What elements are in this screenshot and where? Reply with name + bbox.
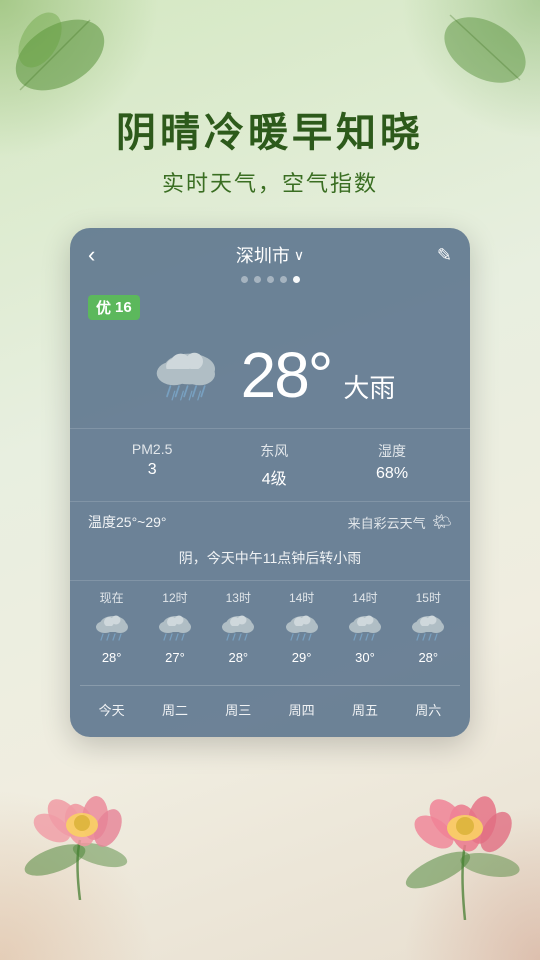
stat-pm25-value: 3 (132, 461, 172, 479)
main-weather-display: 28° 大雨 (70, 328, 470, 428)
hourly-temp-5: 28° (401, 650, 455, 665)
dot-2 (254, 276, 261, 283)
dot-4 (280, 276, 287, 283)
back-button[interactable]: ‹ (88, 242, 116, 268)
hourly-icon-4 (338, 614, 392, 642)
dot-3 (267, 276, 274, 283)
hourly-temperature-row: 28° 27° 28° 29° 30° 28° (80, 650, 460, 665)
hourly-temp-0: 28° (85, 650, 139, 665)
hourly-icon-0 (85, 614, 139, 642)
daily-3: 周四 (275, 700, 329, 719)
hourly-label-1: 12时 (148, 589, 202, 606)
source-attribution: 来自彩云天气 🌤 (348, 512, 452, 532)
weather-icon (145, 345, 225, 405)
stat-humidity-label: 湿度 (376, 441, 408, 461)
temperature-value: 28° (241, 338, 332, 412)
hourly-label-0: 现在 (85, 589, 139, 606)
daily-5: 周六 (401, 700, 455, 719)
daily-0: 今天 (85, 700, 139, 719)
hourly-weather-icons (80, 614, 460, 642)
hourly-temp-4: 30° (338, 650, 392, 665)
divider (80, 685, 460, 686)
city-dropdown-arrow: ∨ (294, 247, 304, 264)
hourly-label-4: 14时 (338, 589, 392, 606)
stat-pm25: PM2.5 3 (132, 441, 172, 489)
edit-button[interactable]: ✎ (424, 245, 452, 266)
hourly-icon-3 (275, 614, 329, 642)
stat-humidity-value: 68% (376, 465, 408, 483)
hourly-icon-1 (148, 614, 202, 642)
source-label: 来自彩云天气 (348, 513, 426, 532)
dot-1 (241, 276, 248, 283)
aqi-label: 优 (96, 297, 111, 318)
hourly-time-labels: 现在 12时 13时 14时 14时 15时 (80, 589, 460, 606)
temperature-display: 28° 大雨 (241, 338, 396, 412)
weather-condition: 大雨 (343, 368, 395, 405)
stat-wind: 东风 4级 (260, 441, 288, 489)
hourly-temp-3: 29° (275, 650, 329, 665)
weather-description: 阴，今天中午11点钟后转小雨 (70, 542, 470, 580)
main-content: 阴晴冷暖早知晓 实时天气，空气指数 ‹ 深圳市 ∨ ✎ 优 16 (0, 0, 540, 960)
temp-range: 温度25°~29° (88, 512, 167, 532)
city-selector[interactable]: 深圳市 ∨ (236, 242, 304, 268)
hourly-temp-2: 28° (211, 650, 265, 665)
headline: 阴晴冷暖早知晓 (116, 100, 424, 158)
city-label: 深圳市 (236, 242, 290, 268)
source-icon: 🌤 (432, 512, 452, 532)
hourly-label-3: 14时 (275, 589, 329, 606)
hourly-temp-1: 27° (148, 650, 202, 665)
daily-forecast: 今天 周二 周三 周四 周五 周六 (70, 694, 470, 721)
weather-stats: PM2.5 3 东风 4级 湿度 68% (70, 428, 470, 502)
stat-wind-label: 东风 (260, 441, 288, 461)
stat-pm25-label: PM2.5 (132, 441, 172, 457)
weather-card: ‹ 深圳市 ∨ ✎ 优 16 (70, 228, 470, 737)
temp-range-row: 温度25°~29° 来自彩云天气 🌤 (70, 502, 470, 542)
aqi-value: 16 (115, 299, 132, 316)
hourly-label-2: 13时 (211, 589, 265, 606)
stat-humidity: 湿度 68% (376, 441, 408, 489)
daily-4: 周五 (338, 700, 392, 719)
subheadline: 实时天气，空气指数 (162, 166, 378, 198)
hourly-forecast: 现在 12时 13时 14时 14时 15时 (70, 580, 470, 677)
dot-5-active (293, 276, 300, 283)
daily-1: 周二 (148, 700, 202, 719)
aqi-badge: 优 16 (88, 295, 140, 320)
daily-2: 周三 (211, 700, 265, 719)
card-header: ‹ 深圳市 ∨ ✎ (70, 228, 470, 276)
hourly-label-5: 15时 (401, 589, 455, 606)
page-dots (70, 276, 470, 283)
stat-wind-value: 4级 (260, 465, 288, 489)
hourly-icon-2 (211, 614, 265, 642)
hourly-icon-5 (401, 614, 455, 642)
